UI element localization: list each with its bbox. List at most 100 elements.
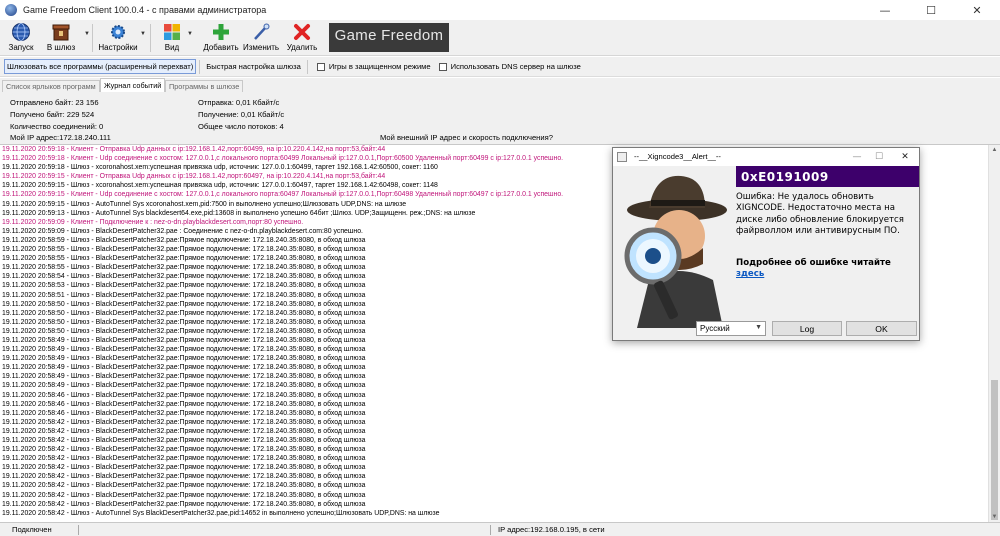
options-bar: Шлюзовать все программы (расширенный пер…: [0, 57, 1000, 77]
status-divider: [78, 525, 79, 535]
log-line: 19.11.2020 20:58:42 - Шлюз - BlackDesert…: [2, 455, 366, 463]
options-divider: [199, 59, 201, 74]
log-line: 19.11.2020 20:58:42 - Шлюз - BlackDesert…: [2, 473, 366, 481]
delete-x-icon: [291, 22, 313, 42]
dialog-close-button[interactable]: ✕: [897, 150, 913, 164]
edit-label: Изменить: [242, 43, 280, 52]
language-select[interactable]: Русский ▼: [696, 321, 766, 336]
dialog-app-icon: [617, 152, 627, 162]
options-divider: [306, 59, 308, 74]
thread-count: Общее число потоков: 4: [198, 122, 284, 131]
use-dns-checkbox[interactable]: Использовать DNS сервер на шлюзе: [438, 62, 581, 71]
launch-button[interactable]: Запуск: [6, 22, 36, 54]
protected-mode-checkbox[interactable]: Игры в защищенном режиме: [316, 62, 431, 71]
launch-globe-icon: [10, 22, 32, 42]
delete-button[interactable]: Удалить: [286, 22, 318, 54]
checkbox-box[interactable]: [438, 62, 447, 71]
settings-gear-icon: [107, 22, 129, 42]
tab-shortcuts[interactable]: Список ярлыков программ: [2, 80, 100, 92]
status-divider: [490, 525, 491, 535]
use-dns-label: Использовать DNS сервер на шлюзе: [450, 62, 581, 71]
chevron-down-icon: ▼: [755, 324, 762, 331]
edit-button[interactable]: Изменить: [243, 22, 279, 54]
error-details-link[interactable]: здесь: [736, 269, 764, 279]
log-line: 19.11.2020 20:58:42 - Шлюз - BlackDesert…: [2, 446, 366, 454]
tunnel-all-programs-button[interactable]: Шлюзовать все программы (расширенный пер…: [4, 59, 197, 74]
log-line: 19.11.2020 20:58:42 - Шлюз - AutoTunnel …: [2, 509, 440, 517]
dialog-maximize-button[interactable]: ☐: [871, 150, 887, 164]
dialog-minimize-button[interactable]: —: [849, 150, 865, 164]
error-code: 0xE0191009: [736, 166, 919, 187]
toolbar-divider: [92, 24, 93, 52]
send-rate: Отправка: 0,01 Кбайт/с: [198, 98, 280, 107]
to-tunnel-dropdown-icon[interactable]: ▼: [84, 31, 90, 37]
xigncode-alert-dialog: --__Xigncode3__Alert__-- — ☐ ✕ 0xE019100…: [612, 147, 920, 341]
log-line: 19.11.2020 20:58:49 - Шлюз - BlackDesert…: [2, 373, 366, 381]
log-scrollbar[interactable]: ▲ ▼: [988, 145, 1000, 522]
main-toolbar: Запуск В шлюз ▼ Настройки ▼ Вид ▼ Добави…: [0, 20, 1000, 56]
add-label: Добавить: [203, 43, 239, 52]
settings-dropdown-icon[interactable]: ▼: [140, 31, 146, 37]
bytes-received: Получено байт: 229 524: [10, 110, 95, 119]
quick-setup-button[interactable]: Быстрая настройка шлюза: [206, 62, 301, 71]
add-button[interactable]: Добавить: [203, 22, 239, 54]
settings-button[interactable]: Настройки ▼: [98, 22, 146, 54]
app-globe-icon: [5, 4, 17, 16]
error-message: Ошибка: Не удалось обновить XIGNCODE. Не…: [736, 192, 904, 237]
to-tunnel-button[interactable]: В шлюз ▼: [46, 22, 90, 54]
ok-button[interactable]: OK: [846, 321, 917, 336]
log-line: 19.11.2020 20:58:42 - Шлюз - BlackDesert…: [2, 427, 366, 435]
log-line: 19.11.2020 20:58:49 - Шлюз - BlackDesert…: [2, 355, 366, 363]
my-ip-address: Мой IP адрес:172.18.240.111: [10, 133, 111, 142]
settings-label: Настройки: [98, 43, 138, 52]
connection-count: Количество соединений: 0: [10, 122, 104, 131]
status-ip: IP адрес:192.168.0.195, в сети: [498, 525, 605, 534]
log-line: 19.11.2020 20:58:46 - Шлюз - BlackDesert…: [2, 400, 366, 408]
language-value: Русский: [700, 324, 730, 333]
log-button[interactable]: Log: [772, 321, 842, 336]
protected-mode-label: Игры в защищенном режиме: [328, 62, 431, 71]
log-line: 19.11.2020 20:58:42 - Шлюз - BlackDesert…: [2, 491, 366, 499]
error-more-info: Подробнее об ошибке читайте: [736, 258, 891, 268]
status-bar: Подключен IP адрес:192.168.0.195, в сети: [0, 522, 1000, 536]
window-title: Game Freedom Client 100.0.4 - с правами …: [23, 5, 267, 15]
dialog-title: --__Xigncode3__Alert__--: [634, 152, 721, 161]
close-button[interactable]: ✕: [954, 0, 1000, 20]
detective-magnifier-illustration: [624, 175, 727, 328]
checkbox-box[interactable]: [316, 62, 325, 71]
scroll-up-arrow-icon[interactable]: ▲: [989, 145, 1000, 155]
maximize-button[interactable]: ☐: [908, 0, 954, 20]
dialog-titlebar: --__Xigncode3__Alert__-- — ☐ ✕: [613, 148, 919, 166]
stats-panel: Отправлено байт: 23 156 Получено байт: 2…: [0, 92, 1000, 145]
tunnel-box-icon: [50, 22, 72, 42]
scrollbar-thumb[interactable]: [991, 380, 998, 520]
log-line: 19.11.2020 20:58:42 - Шлюз - BlackDesert…: [2, 464, 366, 472]
launch-label: Запуск: [8, 43, 34, 52]
delete-label: Удалить: [286, 43, 318, 52]
view-label: Вид: [164, 43, 180, 52]
view-button[interactable]: Вид ▼: [160, 22, 193, 54]
external-ip-check-link[interactable]: Мой внешний IP адрес и скорость подключе…: [380, 133, 553, 142]
to-tunnel-label: В шлюз: [46, 43, 76, 52]
log-line: 19.11.2020 20:58:42 - Шлюз - BlackDesert…: [2, 437, 366, 444]
edit-wand-icon: [250, 22, 272, 42]
log-line: 19.11.2020 20:58:49 - Шлюз - BlackDesert…: [2, 346, 366, 354]
log-line: 19.11.2020 20:58:42 - Шлюз - BlackDesert…: [2, 482, 366, 490]
log-line: 19.11.2020 20:58:49 - Шлюз - BlackDesert…: [2, 382, 366, 390]
tab-tunnel-programs[interactable]: Программы в шлюзе: [165, 80, 244, 92]
log-line: 19.11.2020 20:58:49 - Шлюз - BlackDesert…: [2, 364, 366, 372]
scroll-down-arrow-icon[interactable]: ▼: [989, 512, 1000, 522]
connection-status: Подключен: [12, 525, 52, 534]
view-tiles-icon: [161, 22, 183, 42]
log-line: 19.11.2020 20:58:42 - Шлюз - BlackDesert…: [2, 500, 366, 508]
game-freedom-logo: Game Freedom: [329, 23, 449, 52]
log-line: 19.11.2020 20:58:42 - Шлюз - BlackDesert…: [2, 418, 366, 426]
view-dropdown-icon[interactable]: ▼: [187, 31, 193, 37]
log-line: 19.11.2020 20:58:46 - Шлюз - BlackDesert…: [2, 409, 366, 417]
receive-rate: Получение: 0,01 Кбайт/с: [198, 110, 285, 119]
tab-strip: Список ярлыков программ Журнал событий П…: [0, 78, 1000, 92]
tab-event-log[interactable]: Журнал событий: [100, 78, 166, 92]
window-titlebar: Game Freedom Client 100.0.4 - с правами …: [0, 0, 1000, 20]
toolbar-divider: [150, 24, 151, 52]
minimize-button[interactable]: —: [862, 0, 908, 20]
